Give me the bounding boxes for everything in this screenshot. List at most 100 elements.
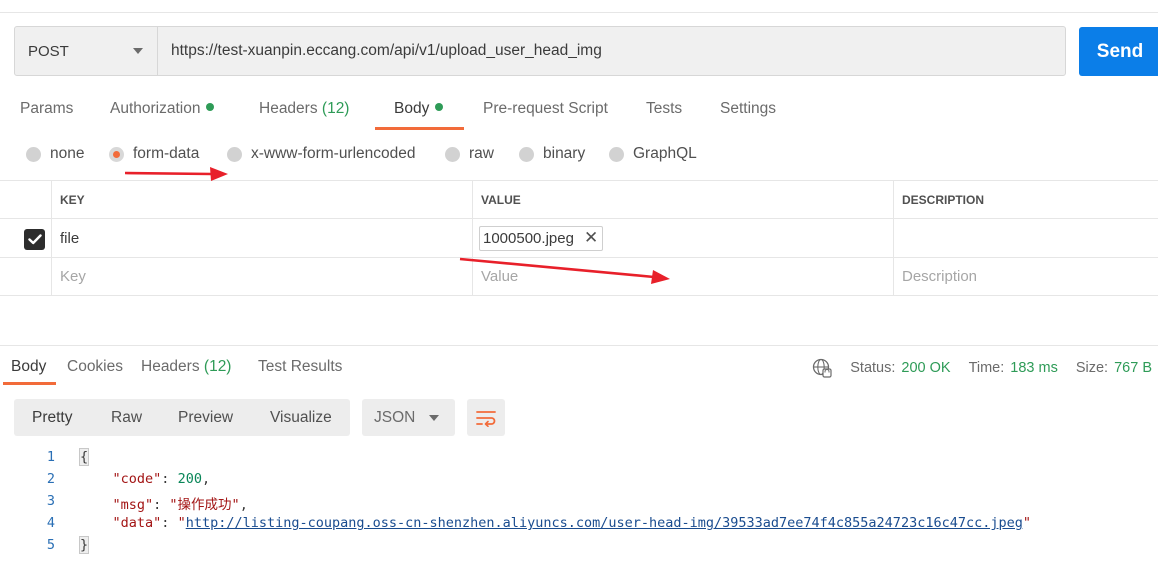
status-value: 200 OK <box>901 360 951 376</box>
json-key: "msg" <box>112 497 154 513</box>
response-tab-headers-label: Headers <box>141 358 200 375</box>
size-value: 767 B <box>1114 360 1152 376</box>
table-header-row: KEY VALUE DESCRIPTION <box>0 180 1158 219</box>
value-input[interactable]: Value <box>472 258 893 295</box>
request-tabs: Params Authorization Headers (12) Body P… <box>0 100 1158 130</box>
close-brace: } <box>78 536 90 554</box>
close-icon[interactable]: ✕ <box>584 228 598 248</box>
globe-icon[interactable] <box>812 358 832 378</box>
radio-raw-label: raw <box>469 145 494 162</box>
method-label: POST <box>28 42 69 60</box>
tab-headers[interactable]: Headers (12) <box>259 100 349 118</box>
tab-prerequest-script[interactable]: Pre-request Script <box>483 100 608 118</box>
line-number: 1 <box>46 449 55 465</box>
table-row-new: Key Value Description <box>0 258 1158 296</box>
radio-circle-icon <box>227 146 242 162</box>
response-headers-count: (12) <box>203 358 232 375</box>
radio-form-data-label: form-data <box>133 145 200 162</box>
tab-settings-label: Settings <box>720 100 777 117</box>
line-number: 2 <box>46 471 55 487</box>
response-tab-test-results-label: Test Results <box>258 358 343 375</box>
row-description-cell[interactable] <box>893 219 1158 257</box>
tab-settings[interactable]: Settings <box>720 100 776 118</box>
json-string: "操作成功" <box>169 497 240 513</box>
method-select[interactable]: POST <box>15 27 158 75</box>
language-label: JSON <box>374 408 416 426</box>
response-divider <box>0 345 1158 346</box>
top-divider <box>0 12 1158 13</box>
format-visualize[interactable]: Visualize <box>270 409 332 427</box>
response-tab-test-results[interactable]: Test Results <box>258 358 342 376</box>
radio-graphql[interactable]: GraphQL <box>609 145 697 163</box>
wrap-lines-button[interactable] <box>467 399 505 436</box>
tab-authorization[interactable]: Authorization <box>110 100 215 118</box>
column-header-key: KEY <box>51 181 472 218</box>
response-tab-body[interactable]: Body <box>11 358 46 376</box>
radio-x-www-form-urlencoded[interactable]: x-www-form-urlencoded <box>227 145 416 163</box>
chevron-down-icon <box>429 414 439 421</box>
time-label: Time: <box>968 360 1005 376</box>
tab-prerequest-label: Pre-request Script <box>483 100 608 117</box>
table-row: file 1000500.jpeg ✕ <box>0 219 1158 258</box>
code-text: } <box>78 536 90 554</box>
radio-binary[interactable]: binary <box>519 145 585 163</box>
language-select[interactable]: JSON <box>362 399 455 436</box>
response-tab-cookies-label: Cookies <box>67 358 123 375</box>
line-number: 3 <box>46 493 55 509</box>
size-label: Size: <box>1075 360 1109 376</box>
response-active-tab-indicator <box>3 382 56 385</box>
response-format-toolbar: Pretty Raw Preview Visualize <box>14 399 350 436</box>
url-input[interactable]: https://test-xuanpin.eccang.com/api/v1/u… <box>158 27 1065 75</box>
file-chip: 1000500.jpeg ✕ <box>479 225 604 251</box>
json-url-link[interactable]: http://listing-coupang.oss-cn-shenzhen.a… <box>186 515 1023 531</box>
radio-raw[interactable]: raw <box>445 145 494 163</box>
radio-circle-icon <box>519 146 534 162</box>
code-line: 2 "code": 200, <box>0 471 1158 493</box>
body-type-selector: none form-data x-www-form-urlencoded raw… <box>0 145 1158 167</box>
radio-circle-icon <box>26 146 41 162</box>
response-tab-headers[interactable]: Headers (12) <box>141 358 231 376</box>
radio-selected-icon <box>109 146 124 162</box>
json-key: "code" <box>112 471 162 487</box>
key-input[interactable]: Key <box>51 258 472 295</box>
tab-body[interactable]: Body <box>394 100 444 118</box>
chevron-down-icon <box>133 48 143 54</box>
code-line: 1 { <box>0 448 1158 471</box>
file-name: 1000500.jpeg <box>483 229 574 247</box>
code-line: 4 "data": "http://listing-coupang.oss-cn… <box>0 515 1158 537</box>
radio-form-data[interactable]: form-data <box>109 145 199 163</box>
row-enabled-checkbox[interactable] <box>24 229 45 250</box>
radio-circle-icon <box>609 146 624 162</box>
code-line: 5 } <box>0 536 1158 559</box>
code-text: "data": "http://listing-coupang.oss-cn-s… <box>112 515 1031 531</box>
request-url-bar: POST https://test-xuanpin.eccang.com/api… <box>14 26 1066 76</box>
wrap-lines-icon <box>476 410 496 427</box>
radio-none[interactable]: none <box>26 145 84 163</box>
response-tab-cookies[interactable]: Cookies <box>67 358 123 376</box>
radio-graphql-label: GraphQL <box>633 145 697 162</box>
active-tab-indicator <box>375 127 464 130</box>
line-number: 5 <box>46 537 55 553</box>
format-preview[interactable]: Preview <box>178 409 233 427</box>
tab-params-label: Params <box>20 100 74 117</box>
format-pretty[interactable]: Pretty <box>32 409 72 427</box>
tab-tests[interactable]: Tests <box>646 100 682 118</box>
json-key: "data" <box>112 515 162 531</box>
send-button[interactable]: Send <box>1079 27 1158 76</box>
line-number: 4 <box>46 515 55 531</box>
tab-tests-label: Tests <box>646 100 683 117</box>
row-value-cell[interactable]: 1000500.jpeg ✕ <box>472 219 893 257</box>
radio-none-label: none <box>50 145 85 162</box>
time-value: 183 ms <box>1010 360 1058 376</box>
code-line: 3 "msg": "操作成功", <box>0 493 1158 515</box>
description-input[interactable]: Description <box>893 258 1158 295</box>
response-tab-body-label: Body <box>11 358 47 375</box>
response-status-bar: Status: 200 OK Time: 183 ms Size: 767 B <box>812 358 1152 378</box>
tab-params[interactable]: Params <box>20 100 73 118</box>
column-header-description: DESCRIPTION <box>893 181 1158 218</box>
format-raw[interactable]: Raw <box>111 409 142 427</box>
status-label: Status: <box>850 360 896 376</box>
radio-binary-label: binary <box>543 145 586 162</box>
json-number: 200 <box>177 471 202 487</box>
row-key-cell[interactable]: file <box>51 219 472 257</box>
